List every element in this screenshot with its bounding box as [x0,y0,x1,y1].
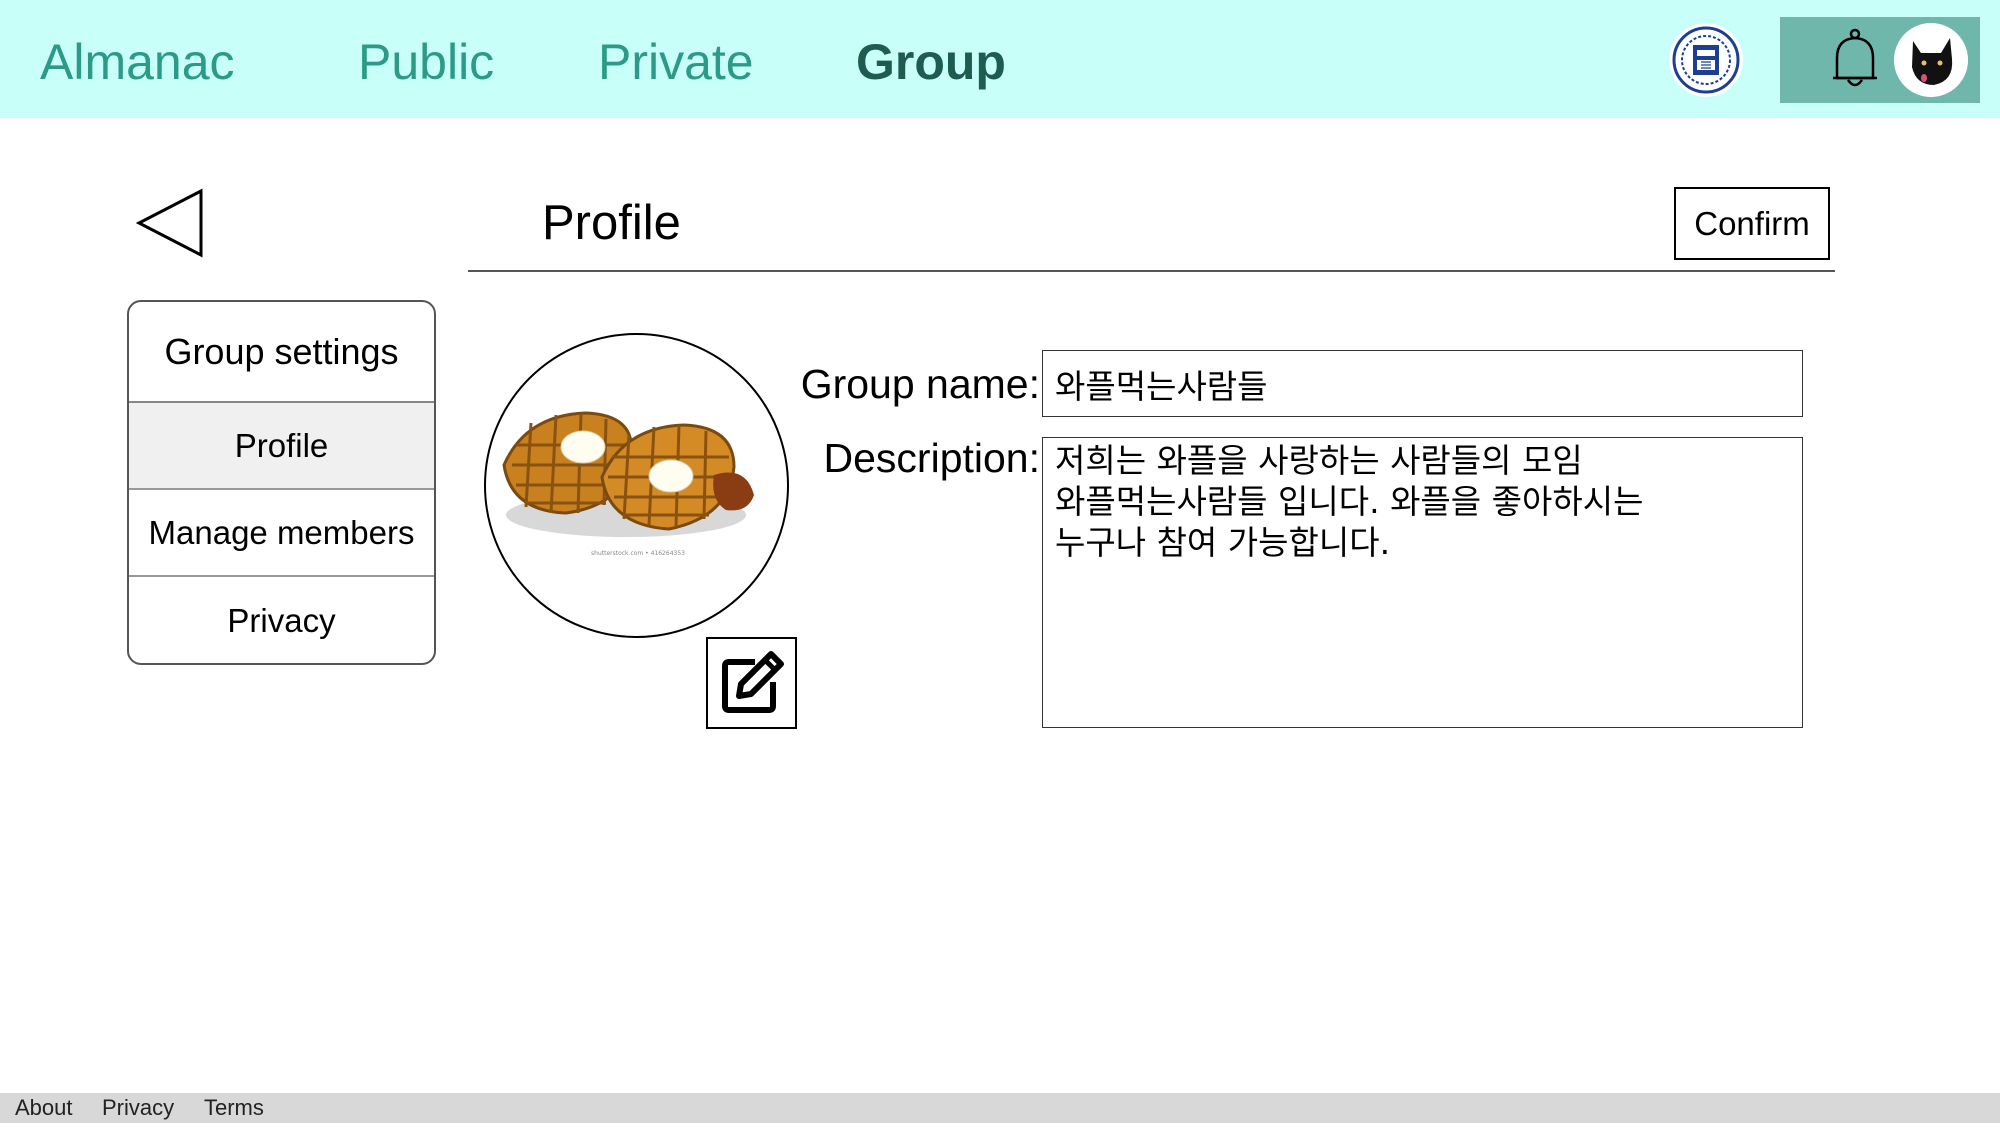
profile-avatar[interactable] [1894,23,1968,97]
tab-public[interactable]: Public [358,32,494,92]
description-textarea[interactable]: 저희는 와플을 사랑하는 사람들의 모임 와플먹는사람들 입니다. 와플을 좋아… [1042,437,1803,728]
settings-sidebar: Group settings Profile Manage members Pr… [127,300,436,665]
university-seal-icon [1669,23,1743,97]
tab-private[interactable]: Private [598,32,754,92]
tab-group[interactable]: Group [856,32,1006,92]
footer-link-privacy[interactable]: Privacy [102,1095,174,1121]
image-watermark: shutterstock.com • 416264353 [591,550,685,557]
brand-link[interactable]: Almanac [40,32,235,92]
sidebar-item-manage-members[interactable]: Manage members [129,490,434,577]
footer-link-terms[interactable]: Terms [204,1095,264,1121]
waffles-image: shutterstock.com • 416264353 [502,411,754,557]
group-name-label: Group name: [800,361,1040,407]
sidebar-item-privacy[interactable]: Privacy [129,577,434,663]
group-name-input[interactable] [1042,350,1803,417]
back-button[interactable] [135,187,205,259]
edit-image-button[interactable] [706,637,797,729]
confirm-button[interactable]: Confirm [1674,187,1830,260]
header-divider [468,270,1835,272]
page-title: Profile [542,196,681,250]
group-image: shutterstock.com • 416264353 [484,333,789,638]
pencil-edit-icon [721,651,784,713]
footer-link-about[interactable]: About [15,1095,73,1121]
sidebar-item-profile[interactable]: Profile [129,403,434,490]
bell-icon[interactable] [1827,28,1883,92]
sidebar-heading: Group settings [129,302,434,403]
description-label: Description: [823,435,1040,481]
footer: About Privacy Terms [0,1093,2000,1123]
top-nav-bar: Almanac Public Private Group [0,0,2000,118]
